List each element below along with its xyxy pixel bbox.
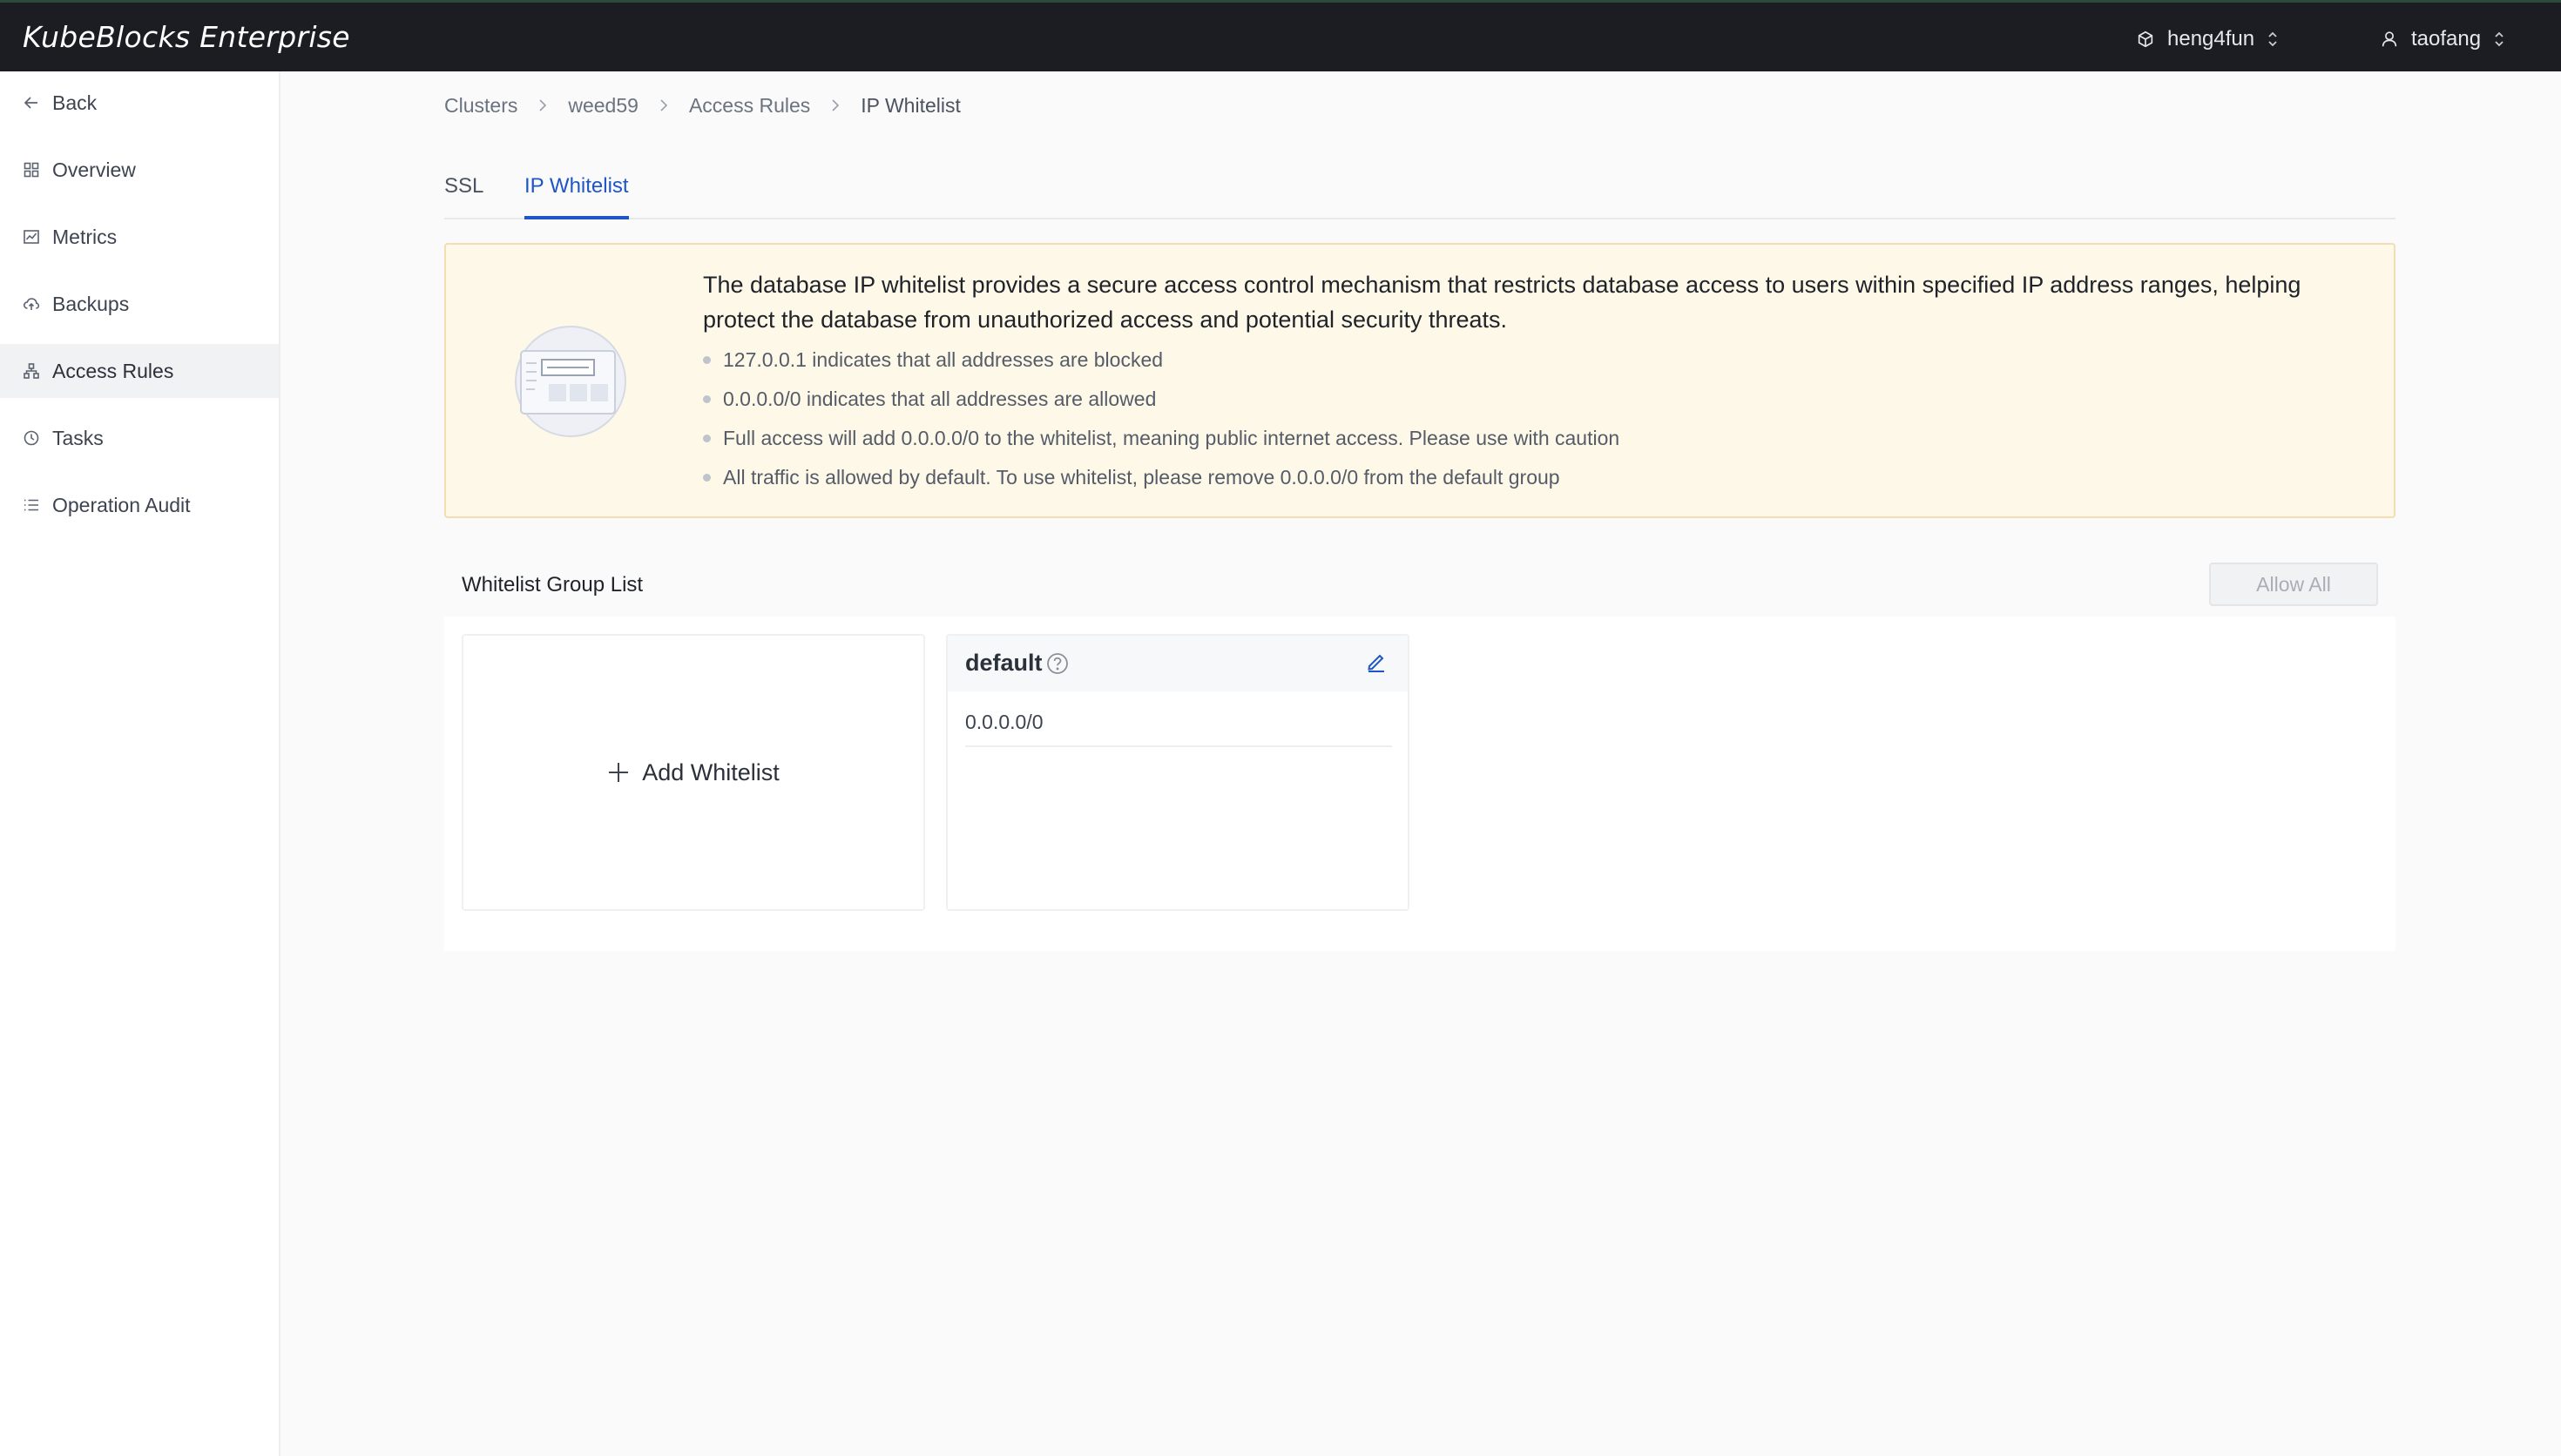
org-name: heng4fun xyxy=(2167,27,2255,51)
sidebar: Back Overview Metrics Backups Access Rul… xyxy=(0,71,280,1456)
bullet-dot-icon xyxy=(703,474,711,482)
sidebar-item-access-rules[interactable]: Access Rules xyxy=(0,344,279,398)
list-item: 127.0.0.1 indicates that all addresses a… xyxy=(703,340,1619,380)
clock-icon xyxy=(24,430,39,446)
sidebar-item-back[interactable]: Back xyxy=(0,76,279,130)
plus-icon xyxy=(609,763,629,782)
whitelist-card-grid: Add Whitelist default 0.0.0.0/0 xyxy=(444,617,2395,951)
grid-icon xyxy=(24,162,39,178)
chevron-right-icon xyxy=(832,99,840,111)
sidebar-item-label: Back xyxy=(52,91,98,114)
group-ip-entry: 0.0.0.0/0 xyxy=(965,711,1392,747)
browser-illustration-icon xyxy=(515,326,626,437)
breadcrumb-clusters[interactable]: Clusters xyxy=(444,94,517,118)
group-header: default xyxy=(948,636,1408,691)
bullet-dot-icon xyxy=(703,435,711,442)
sidebar-item-label: Operation Audit xyxy=(52,493,191,516)
list-icon xyxy=(24,499,38,511)
org-selector[interactable]: heng4fun xyxy=(2136,24,2279,55)
chevron-right-icon xyxy=(539,99,547,111)
chart-icon xyxy=(24,230,39,244)
sidebar-item-operation-audit[interactable]: Operation Audit xyxy=(0,478,279,532)
tab-bar: SSL IP Whitelist xyxy=(444,171,2395,219)
question-circle-icon[interactable] xyxy=(1045,651,1070,676)
bullet-dot-icon xyxy=(703,356,711,364)
sidebar-item-backups[interactable]: Backups xyxy=(0,277,279,331)
sidebar-item-label: Metrics xyxy=(52,225,118,248)
org-cube-icon xyxy=(2138,30,2153,48)
breadcrumb-current: IP Whitelist xyxy=(861,93,961,117)
network-icon xyxy=(24,363,39,379)
group-name: default xyxy=(965,650,1043,676)
chevron-up-down-icon xyxy=(2495,31,2504,47)
notice-list: 127.0.0.1 indicates that all addresses a… xyxy=(703,340,1619,497)
allow-all-button[interactable]: Allow All xyxy=(2209,563,2378,606)
list-item: 0.0.0.0/0 indicates that all addresses a… xyxy=(703,380,1619,419)
sidebar-item-label: Overview xyxy=(52,158,136,181)
user-selector[interactable]: taofang xyxy=(2380,24,2505,55)
sidebar-item-label: Tasks xyxy=(52,426,104,449)
list-item: All traffic is allowed by default. To us… xyxy=(703,458,1619,497)
cloud-upload-icon xyxy=(23,298,40,310)
arrow-left-icon xyxy=(24,97,37,109)
notice-item-text: All traffic is allowed by default. To us… xyxy=(723,466,1560,489)
chevron-up-down-icon xyxy=(2268,31,2277,47)
sidebar-item-label: Backups xyxy=(52,292,130,315)
edit-icon[interactable] xyxy=(1364,650,1389,674)
list-item: Full access will add 0.0.0.0/0 to the wh… xyxy=(703,419,1619,458)
sidebar-item-label: Access Rules xyxy=(52,359,174,382)
section-title: Whitelist Group List xyxy=(462,573,644,597)
brand-logo[interactable]: KubeBlocks Enterprise xyxy=(23,20,350,54)
section-header: Whitelist Group List Allow All xyxy=(444,554,2395,617)
user-name: taofang xyxy=(2411,27,2482,51)
bullet-dot-icon xyxy=(703,395,711,403)
breadcrumb-access-rules[interactable]: Access Rules xyxy=(689,94,810,118)
chevron-right-icon xyxy=(660,99,668,111)
add-whitelist-label: Add Whitelist xyxy=(642,758,780,785)
sidebar-item-tasks[interactable]: Tasks xyxy=(0,411,279,465)
whitelist-group-card: default 0.0.0.0/0 xyxy=(946,634,1409,911)
notice-title: The database IP whitelist provides a sec… xyxy=(703,272,2301,333)
tab-ip-whitelist[interactable]: IP Whitelist xyxy=(524,174,629,219)
sidebar-item-metrics[interactable]: Metrics xyxy=(0,210,279,264)
breadcrumb: Clusters weed59 Access Rules IP Whitelis… xyxy=(444,91,961,120)
notice-item-text: 127.0.0.1 indicates that all addresses a… xyxy=(723,348,1164,371)
sidebar-item-overview[interactable]: Overview xyxy=(0,143,279,197)
notice-item-text: Full access will add 0.0.0.0/0 to the wh… xyxy=(723,427,1620,449)
whitelist-info-notice: The database IP whitelist provides a sec… xyxy=(444,243,2395,518)
add-whitelist-card[interactable]: Add Whitelist xyxy=(462,634,925,911)
breadcrumb-cluster[interactable]: weed59 xyxy=(568,94,639,118)
tab-ssl[interactable]: SSL xyxy=(444,174,483,218)
user-icon xyxy=(2382,31,2397,47)
top-bar: KubeBlocks Enterprise heng4fun taofang xyxy=(0,0,2561,71)
whitelist-group-section: Whitelist Group List Allow All Add White… xyxy=(444,554,2395,951)
notice-item-text: 0.0.0.0/0 indicates that all addresses a… xyxy=(723,388,1157,410)
